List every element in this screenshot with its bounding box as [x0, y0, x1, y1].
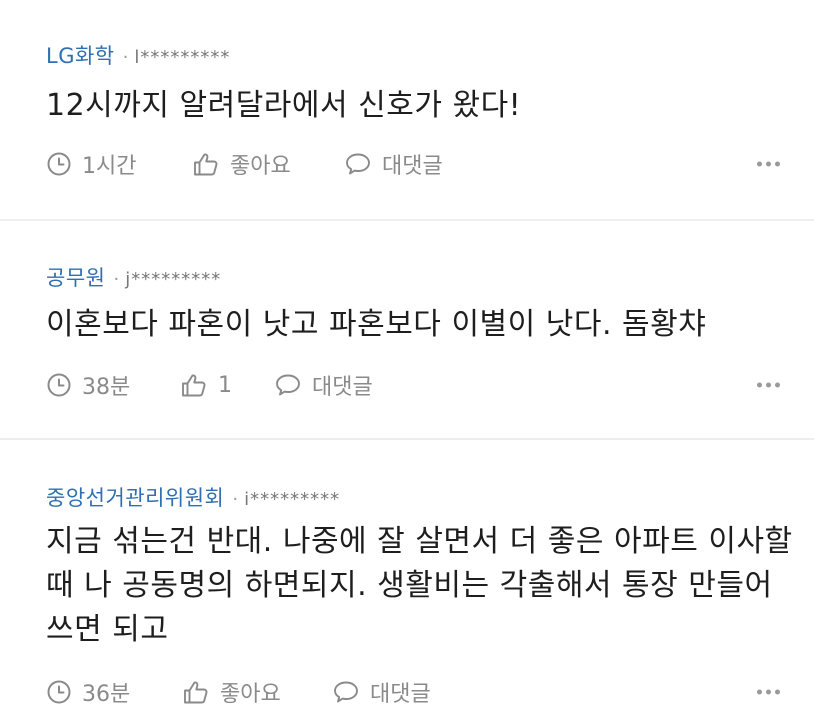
comment-item: 중앙선거관리위원회 · i********* 지금 섞는건 반대. 나중에 잘 … — [0, 440, 814, 718]
like-button[interactable]: 1 — [180, 372, 274, 398]
like-button[interactable]: 좋아요 — [182, 676, 332, 708]
speech-bubble-icon — [332, 679, 360, 705]
comment-feed: LG화학 · l********* 12시까지 알려달라에서 신호가 왔다! 1… — [0, 0, 814, 718]
thumbs-up-icon — [182, 679, 210, 705]
speech-bubble-icon — [344, 151, 372, 177]
comment-meta: 중앙선거관리위원회 · i********* — [46, 482, 340, 512]
thumbs-up-icon — [192, 151, 220, 177]
comment-item: LG화학 · l********* 12시까지 알려달라에서 신호가 왔다! 1… — [0, 0, 814, 219]
comment-actions: 36분 좋아요 대댓글 — [46, 676, 794, 708]
comment-user-id: j********* — [125, 269, 222, 290]
clock-icon — [46, 372, 72, 398]
comment-meta: 공무원 · j********* — [46, 262, 221, 292]
comment-user-id: i********* — [244, 489, 341, 510]
comment-author[interactable]: 중앙선거관리위원회 — [46, 482, 224, 512]
comment-item: 공무원 · j********* 이혼보다 파혼이 낫고 파혼보다 이별이 낫다… — [0, 221, 814, 438]
like-label: 좋아요 — [230, 154, 291, 179]
meta-separator: · — [122, 47, 129, 68]
reply-label: 대댓글 — [370, 682, 431, 707]
time-label: 1시간 — [82, 154, 137, 179]
comment-actions: 38분 1 대댓글 — [46, 369, 794, 401]
comment-text: 이혼보다 파혼이 낫고 파혼보다 이별이 낫다. 돔황챠 — [46, 307, 707, 342]
meta-separator: · — [232, 489, 239, 510]
reply-button[interactable]: 대댓글 — [274, 369, 373, 401]
speech-bubble-icon — [274, 372, 302, 398]
comment-time: 1시간 — [46, 148, 192, 180]
meta-separator: · — [113, 269, 120, 290]
like-label: 좋아요 — [220, 682, 281, 707]
more-dots-icon[interactable] — [757, 382, 780, 388]
comment-actions: 1시간 좋아요 대댓글 — [46, 148, 794, 180]
comment-text: 12시까지 알려달라에서 신호가 왔다! — [46, 88, 522, 123]
time-label: 38분 — [82, 375, 131, 400]
comment-user-id: l********* — [134, 47, 231, 68]
like-button[interactable]: 좋아요 — [192, 148, 344, 180]
reply-button[interactable]: 대댓글 — [332, 676, 431, 708]
comment-meta: LG화학 · l********* — [46, 40, 230, 70]
comment-text: 지금 섞는건 반대. 나중에 잘 살면서 더 좋은 아파트 이사할때 나 공동명… — [46, 524, 793, 647]
thumbs-up-icon — [180, 372, 208, 398]
comment-author[interactable]: LG화학 — [46, 40, 115, 70]
more-dots-icon[interactable] — [757, 161, 780, 167]
reply-label: 대댓글 — [382, 154, 443, 179]
comment-author[interactable]: 공무원 — [46, 262, 105, 292]
clock-icon — [46, 151, 72, 177]
clock-icon — [46, 679, 72, 705]
more-dots-icon[interactable] — [757, 689, 780, 695]
comment-time: 36분 — [46, 676, 182, 708]
comment-time: 38분 — [46, 369, 180, 401]
reply-button[interactable]: 대댓글 — [344, 148, 443, 180]
like-count: 1 — [218, 372, 232, 398]
time-label: 36분 — [82, 682, 131, 707]
reply-label: 대댓글 — [312, 375, 373, 400]
